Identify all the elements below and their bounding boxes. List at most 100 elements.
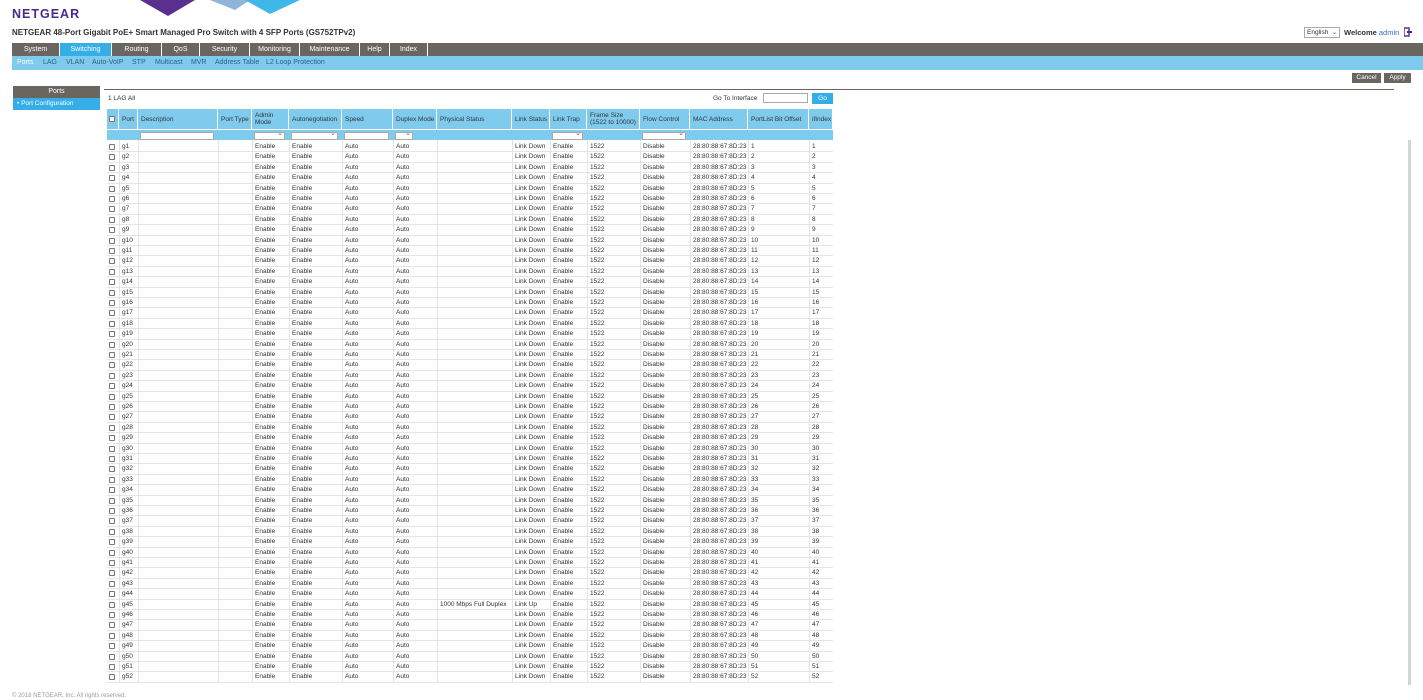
filter-duplex[interactable] bbox=[395, 129, 413, 140]
row-checkbox[interactable] bbox=[109, 352, 115, 358]
row-checkbox[interactable] bbox=[109, 164, 115, 171]
filter-flow_control[interactable] bbox=[642, 129, 686, 140]
sidebar-item-port-configuration[interactable]: • Port Configuration bbox=[13, 98, 100, 110]
subnav-tab-vlan[interactable]: VLAN bbox=[66, 56, 84, 70]
row-checkbox[interactable] bbox=[109, 289, 115, 296]
row-checkbox[interactable] bbox=[109, 601, 115, 608]
row-checkbox[interactable] bbox=[109, 539, 115, 546]
row-checkbox[interactable] bbox=[109, 456, 115, 462]
row-checkbox[interactable] bbox=[109, 570, 115, 577]
nav-tab-switching[interactable]: Switching bbox=[60, 43, 112, 56]
row-checkbox[interactable] bbox=[109, 528, 115, 535]
language-select[interactable]: English ⌄ bbox=[1304, 27, 1340, 38]
select-all-checkbox[interactable] bbox=[109, 116, 115, 122]
row-checkbox[interactable] bbox=[109, 175, 115, 182]
row-checkbox[interactable] bbox=[109, 466, 115, 473]
col-header-link_trap[interactable]: Link Trap bbox=[550, 109, 587, 129]
subnav-tab-multicast[interactable]: Multicast bbox=[155, 56, 183, 70]
row-checkbox[interactable] bbox=[109, 674, 115, 681]
logout-icon[interactable] bbox=[1404, 27, 1412, 37]
col-header-ifindex[interactable]: ifIndex bbox=[809, 109, 833, 129]
row-checkbox[interactable] bbox=[109, 424, 115, 431]
col-header-autoneg[interactable]: Autonegotiation bbox=[289, 109, 342, 129]
subnav-tab-ports[interactable]: Ports bbox=[17, 56, 33, 70]
go-button[interactable]: Go bbox=[812, 93, 833, 104]
apply-button[interactable]: Apply bbox=[1384, 73, 1411, 83]
subnav-tab-auto-voip[interactable]: Auto-VoIP bbox=[92, 56, 124, 70]
page-scrollbar[interactable] bbox=[1408, 140, 1411, 685]
cancel-button[interactable]: Cancel bbox=[1352, 73, 1381, 83]
row-checkbox[interactable] bbox=[109, 622, 115, 629]
col-header-port_type[interactable]: Port Type bbox=[218, 109, 252, 129]
col-header-flow_control[interactable]: Flow Control bbox=[640, 109, 690, 129]
row-checkbox[interactable] bbox=[109, 154, 115, 161]
filter-link_trap[interactable] bbox=[552, 129, 583, 140]
row-checkbox[interactable] bbox=[109, 216, 115, 223]
row-checkbox[interactable] bbox=[109, 508, 115, 514]
row-checkbox[interactable] bbox=[109, 393, 115, 400]
username-link[interactable]: admin bbox=[1379, 28, 1399, 37]
row-checkbox[interactable] bbox=[109, 185, 115, 192]
row-checkbox[interactable] bbox=[109, 653, 115, 660]
row-checkbox[interactable] bbox=[109, 248, 115, 254]
col-header-link_status[interactable]: Link Status bbox=[512, 109, 550, 129]
nav-tab-security[interactable]: Security bbox=[200, 43, 250, 56]
nav-tab-system[interactable]: System bbox=[12, 43, 60, 56]
subnav-tab-lag[interactable]: LAG bbox=[43, 56, 57, 70]
nav-tab-help[interactable]: Help bbox=[360, 43, 390, 56]
row-checkbox[interactable] bbox=[109, 268, 115, 275]
filter-admin_mode[interactable] bbox=[254, 129, 285, 140]
col-header-mac[interactable]: MAC Address bbox=[690, 109, 748, 129]
col-header-admin_mode[interactable]: Admin Mode bbox=[252, 109, 289, 129]
row-checkbox[interactable] bbox=[109, 560, 115, 566]
row-checkbox[interactable] bbox=[109, 414, 115, 421]
nav-tab-maintenance[interactable]: Maintenance bbox=[300, 43, 360, 56]
row-checkbox[interactable] bbox=[109, 580, 115, 587]
subnav-tab-stp[interactable]: STP bbox=[132, 56, 146, 70]
row-checkbox[interactable] bbox=[109, 372, 115, 379]
row-checkbox[interactable] bbox=[109, 404, 115, 410]
filter-speed[interactable] bbox=[344, 132, 389, 140]
row-checkbox[interactable] bbox=[109, 227, 115, 234]
col-header-duplex[interactable]: Duplex Mode bbox=[393, 109, 437, 129]
row-checkbox[interactable] bbox=[109, 279, 115, 286]
row-checkbox[interactable] bbox=[109, 196, 115, 202]
row-checkbox[interactable] bbox=[109, 632, 115, 639]
col-header-physical[interactable]: Physical Status bbox=[437, 109, 512, 129]
col-header-port[interactable]: Port bbox=[119, 109, 138, 129]
subnav-tab-l2-loop-protection[interactable]: L2 Loop Protection bbox=[266, 56, 325, 70]
nav-tab-index[interactable]: Index bbox=[390, 43, 428, 56]
row-checkbox[interactable] bbox=[109, 310, 115, 317]
nav-tab-qos[interactable]: QoS bbox=[162, 43, 200, 56]
col-header-frame_size[interactable]: Frame Size (1522 to 10000) bbox=[587, 109, 640, 129]
row-checkbox[interactable] bbox=[109, 445, 115, 452]
row-checkbox[interactable] bbox=[109, 331, 115, 338]
row-checkbox[interactable] bbox=[109, 591, 115, 598]
filter-description[interactable] bbox=[140, 132, 214, 140]
row-checkbox[interactable] bbox=[109, 487, 115, 494]
col-header-offset[interactable]: PortList Bit Offset bbox=[748, 109, 809, 129]
row-checkbox[interactable] bbox=[109, 237, 115, 244]
row-checkbox[interactable] bbox=[109, 206, 115, 213]
row-checkbox[interactable] bbox=[109, 518, 115, 525]
row-checkbox[interactable] bbox=[109, 383, 115, 390]
row-checkbox[interactable] bbox=[109, 258, 115, 265]
nav-tab-routing[interactable]: Routing bbox=[112, 43, 162, 56]
nav-tab-monitoring[interactable]: Monitoring bbox=[250, 43, 300, 56]
goto-interface-input[interactable] bbox=[763, 93, 808, 103]
col-header-speed[interactable]: Speed bbox=[342, 109, 393, 129]
row-checkbox[interactable] bbox=[109, 341, 115, 348]
subnav-tab-address-table[interactable]: Address Table bbox=[215, 56, 259, 70]
subnav-tab-mvr[interactable]: MVR bbox=[191, 56, 207, 70]
filter-autoneg[interactable] bbox=[291, 129, 338, 140]
row-checkbox[interactable] bbox=[109, 320, 115, 327]
row-checkbox[interactable] bbox=[109, 664, 115, 670]
row-checkbox[interactable] bbox=[109, 300, 115, 306]
row-checkbox[interactable] bbox=[109, 362, 115, 369]
lag-filter-label[interactable]: 1 LAG All bbox=[108, 95, 135, 102]
row-checkbox[interactable] bbox=[109, 144, 115, 150]
row-checkbox[interactable] bbox=[109, 643, 115, 650]
row-checkbox[interactable] bbox=[109, 497, 115, 504]
row-checkbox[interactable] bbox=[109, 476, 115, 483]
col-header-description[interactable]: Description bbox=[138, 109, 218, 129]
